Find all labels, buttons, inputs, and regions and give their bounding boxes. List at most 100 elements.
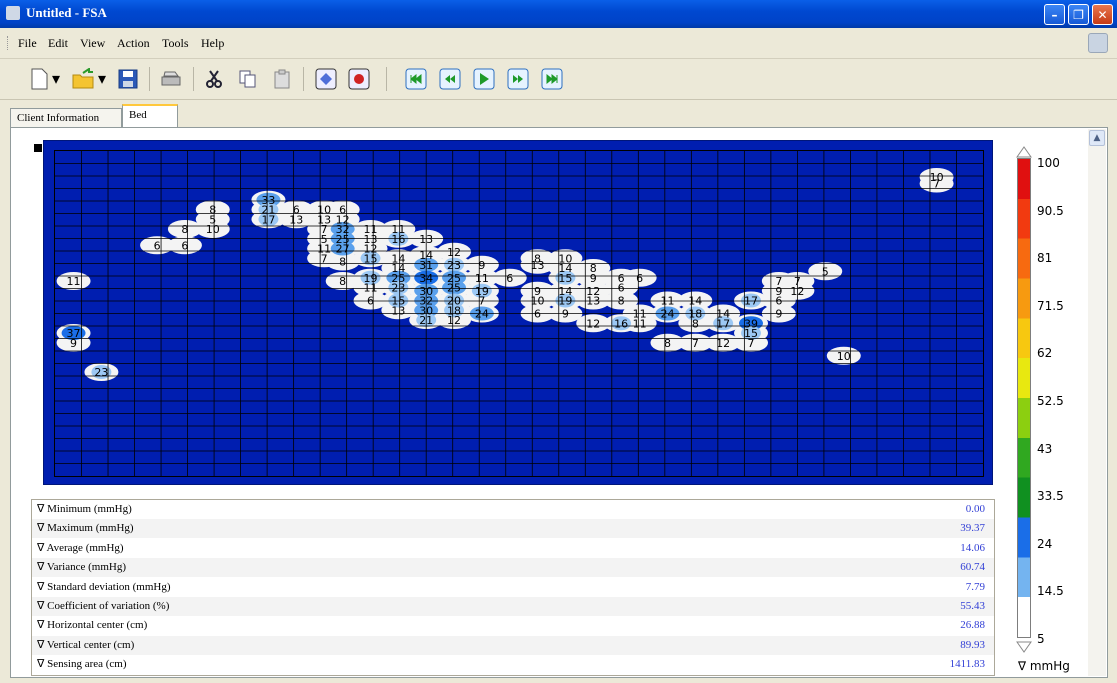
stat-value: 26.88 — [960, 619, 985, 632]
legend-tick-label: 52.5 — [1037, 394, 1064, 408]
minimize-button[interactable]: – — [1044, 4, 1065, 25]
legend-max-arrow[interactable] — [1016, 146, 1032, 158]
vertical-scrollbar[interactable]: ▲ — [1088, 129, 1106, 676]
pressure-value-label: 23 — [391, 282, 405, 295]
stat-row[interactable]: ∇ Maximum (mmHg) 39.37 — [32, 519, 994, 539]
restore-button[interactable]: ❐ — [1068, 4, 1089, 25]
legend-tick-label: 14.5 — [1037, 584, 1064, 599]
scroll-up-icon[interactable]: ▲ — [1089, 130, 1105, 146]
pressure-value-label: 11 — [364, 282, 378, 295]
pressure-value-label: 23 — [94, 366, 108, 379]
pressure-value-label: 8 — [618, 295, 625, 308]
menu-action[interactable]: Action — [117, 36, 150, 51]
pressure-value-label: 10 — [206, 223, 220, 236]
menu-grip — [7, 36, 11, 50]
pressure-value-label: 17 — [261, 213, 275, 226]
pressure-value-label: 13 — [289, 213, 303, 226]
pressure-value-label: 24 — [475, 308, 489, 321]
pressure-value-label: 6 — [618, 282, 625, 295]
stat-row[interactable]: ∇ Coefficient of variation (%) 55.43 — [32, 597, 994, 616]
pressure-value-label: 8 — [339, 256, 346, 269]
assistant-icon[interactable] — [1088, 33, 1108, 53]
pressure-value-label: 17 — [716, 317, 730, 330]
tab-client-information[interactable]: Client Information — [10, 108, 122, 127]
stat-label: ∇ Maximum (mmHg) — [37, 522, 134, 535]
open-folder-icon[interactable] — [70, 66, 96, 92]
stat-row[interactable]: ∇ Sensing area (cm) 1411.83 — [32, 655, 994, 674]
window-title: Untitled - FSA — [26, 5, 107, 20]
pressure-value-label: 11 — [633, 317, 647, 330]
pressure-value-label: 13 — [391, 304, 405, 317]
pressure-value-label: 12 — [447, 314, 461, 327]
color-legend — [1017, 158, 1031, 638]
menu-tools[interactable]: Tools — [162, 36, 189, 51]
pressure-value-label: 12 — [586, 317, 600, 330]
stat-row[interactable]: ∇ Horizontal center (cm) 26.88 — [32, 616, 994, 635]
pressure-value-label: 9 — [590, 272, 597, 285]
new-file-icon[interactable] — [26, 66, 52, 92]
fast-forward-icon[interactable] — [505, 66, 531, 92]
legend-tick-label: 81 — [1037, 251, 1053, 266]
stat-value: 14.06 — [960, 541, 985, 554]
cut-icon[interactable] — [201, 66, 227, 92]
pressure-grid: 1073321176131013612858 106 611379237511732… — [55, 151, 983, 476]
pressure-value-label: 13 — [419, 233, 433, 246]
pressure-value-label: 15 — [364, 252, 378, 265]
stat-label: ∇ Vertical center (cm) — [37, 638, 135, 651]
skip-last-icon[interactable] — [539, 66, 565, 92]
toolbar: ▾ ▾ — [0, 59, 1117, 100]
pressure-value-label: 9 — [70, 337, 77, 350]
pressure-value-label: 27 — [336, 243, 350, 256]
pressure-value-label: 31 — [419, 259, 433, 272]
pressure-value-label: 14 — [688, 295, 702, 308]
tab-bed[interactable]: Bed — [122, 104, 178, 128]
legend-tick-label: 24 — [1037, 536, 1053, 551]
play-icon[interactable] — [471, 66, 497, 92]
save-icon[interactable] — [115, 66, 141, 92]
pressure-value-label: 7 — [748, 337, 755, 350]
close-button[interactable]: ✕ — [1092, 4, 1113, 25]
paste-icon[interactable] — [269, 66, 295, 92]
legend-min-arrow[interactable] — [1016, 641, 1032, 653]
print-icon[interactable] — [158, 66, 184, 92]
diamond-icon[interactable] — [313, 66, 339, 92]
pressure-value-label: 24 — [660, 308, 674, 321]
skip-first-icon[interactable] — [403, 66, 429, 92]
stat-row[interactable]: ∇ Minimum (mmHg) 0.00 — [32, 500, 994, 519]
pressure-value-label: 16 — [391, 233, 405, 246]
pressure-value-label: 12 — [716, 337, 730, 350]
record-icon[interactable] — [346, 66, 372, 92]
pressure-value-label: 7 — [692, 337, 699, 350]
stat-value: 55.43 — [960, 600, 985, 612]
pressure-value-label: 10 — [837, 350, 851, 363]
pressure-value-label: 11 — [67, 275, 81, 288]
pressure-map[interactable]: 10 7 33 21 17 6 13 10 13 6 12 8 5 8 10 6 6 11 37 9 23 7 5 11 7 32… — [43, 140, 993, 485]
pressure-value-label: 6 — [506, 272, 513, 285]
pressure-value-label: 6 — [367, 295, 374, 308]
copy-icon[interactable] — [235, 66, 261, 92]
menu-help[interactable]: Help — [201, 36, 224, 51]
menu-file[interactable]: File — [18, 36, 37, 51]
menu-edit[interactable]: Edit — [48, 36, 68, 51]
stat-row[interactable]: ∇ Variance (mmHg) 60.74 — [32, 558, 994, 578]
stat-label: ∇ Sensing area (cm) — [37, 658, 127, 671]
pressure-value-label: 11 — [475, 272, 489, 285]
open-dropdown-icon[interactable]: ▾ — [96, 66, 108, 92]
pressure-value-label: 7 — [933, 178, 940, 191]
stat-label: ∇ Coefficient of variation (%) — [37, 600, 170, 612]
stat-value: 89.93 — [960, 638, 985, 651]
pressure-value-label: 7 — [321, 252, 328, 265]
stat-label: ∇ Minimum (mmHg) — [37, 503, 132, 515]
stat-row[interactable]: ∇ Vertical center (cm) 89.93 — [32, 635, 994, 655]
rewind-icon[interactable] — [437, 66, 463, 92]
pressure-value-label: 17 — [744, 295, 758, 308]
stat-row[interactable]: ∇ Standard deviation (mmHg) 7.79 — [32, 578, 994, 597]
menu-view[interactable]: View — [80, 36, 105, 51]
new-dropdown-icon[interactable]: ▾ — [50, 66, 62, 92]
stat-row[interactable]: ∇ Average (mmHg) 14.06 — [32, 539, 994, 558]
pressure-value-label: 9 — [478, 259, 485, 272]
pressure-value-label: 9 — [562, 308, 569, 321]
pressure-value-label: 34 — [419, 272, 433, 285]
pressure-value-label: 12 — [790, 285, 804, 298]
pressure-value-label: 16 — [614, 317, 628, 330]
